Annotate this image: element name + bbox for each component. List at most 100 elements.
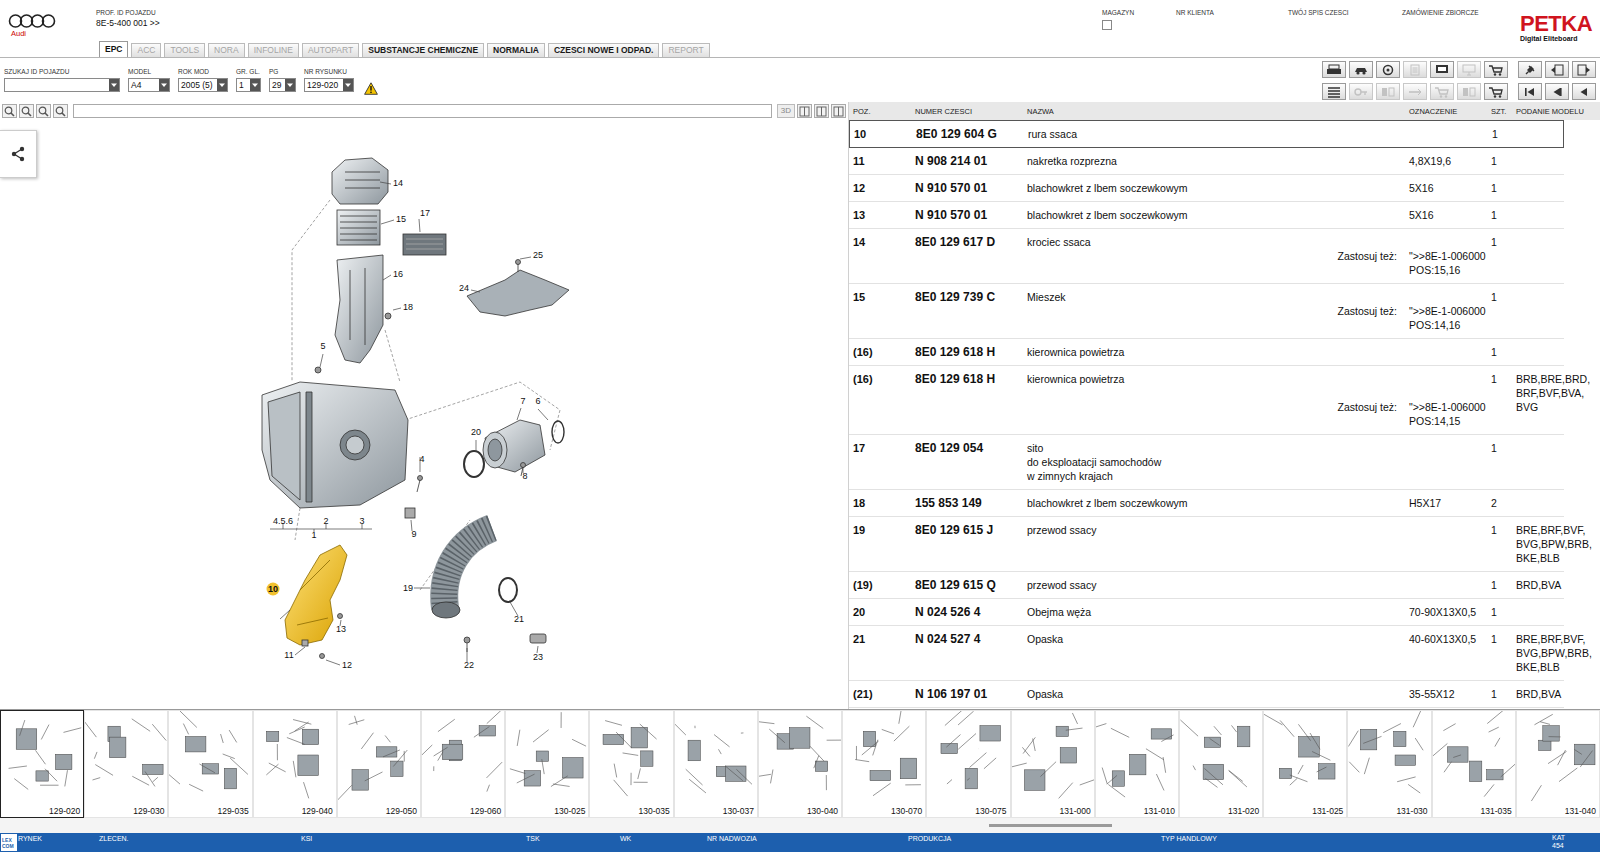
tab[interactable]: EPC — [99, 41, 128, 57]
thumbnail[interactable]: 131-030 — [1347, 710, 1431, 818]
view-button[interactable] — [831, 104, 846, 118]
callout[interactable]: 20 — [471, 427, 481, 437]
table-row[interactable]: 11N 908 214 01nakretka rozprezna4,8X19,6… — [849, 148, 1564, 175]
table-row[interactable]: 108E0 129 604 Grura ssaca1 — [849, 120, 1564, 148]
part-heat-shield[interactable] — [467, 270, 569, 316]
callout[interactable]: 17 — [420, 208, 430, 218]
toolbar-button[interactable] — [1457, 83, 1481, 100]
callout[interactable]: 9 — [411, 529, 416, 539]
filter-select[interactable] — [4, 78, 120, 92]
part-bellows[interactable] — [337, 210, 380, 245]
toolbar-button[interactable] — [1376, 83, 1400, 100]
thumbnail[interactable]: 131-035 — [1432, 710, 1516, 818]
callout[interactable]: 16 — [393, 269, 403, 279]
part-seal-ring[interactable] — [552, 421, 564, 443]
toolbar-button[interactable] — [1484, 83, 1508, 100]
view-button[interactable] — [797, 104, 812, 118]
table-row[interactable]: 178E0 129 054sitodo eksploatacji samocho… — [849, 435, 1564, 490]
thumbnail[interactable]: 130-025 — [505, 710, 589, 818]
table-row[interactable]: 148E0 129 617 Dkrociec ssaca1Zastosuj te… — [849, 229, 1564, 284]
tab[interactable]: NORA — [208, 43, 245, 57]
callout[interactable]: 5 — [320, 341, 325, 351]
zoom-button[interactable] — [36, 104, 51, 118]
scrollbar-thumb[interactable] — [989, 824, 1112, 827]
callout[interactable]: 2 — [323, 516, 328, 526]
toolbar-button[interactable] — [1430, 61, 1454, 78]
callout[interactable]: 3 — [359, 516, 364, 526]
filter-select[interactable]: A4 — [128, 78, 170, 92]
callout[interactable]: 14 — [393, 178, 403, 188]
thumbnail[interactable]: 130-037 — [674, 710, 758, 818]
column-header[interactable]: NUMER CZESCI — [911, 107, 1023, 116]
part-connector[interactable] — [530, 634, 546, 643]
toolbar-button[interactable] — [1322, 61, 1346, 78]
part-screw[interactable] — [315, 367, 321, 373]
toolbar-button[interactable] — [1484, 61, 1508, 78]
thumbnail[interactable]: 130-040 — [758, 710, 842, 818]
toolbar-button[interactable] — [1349, 61, 1373, 78]
nav-button[interactable] — [1545, 61, 1569, 78]
column-header[interactable]: SZT. — [1487, 107, 1512, 116]
table-row[interactable]: (19)8E0 129 615 Qprzewod ssacy1BRD,BVA — [849, 572, 1564, 599]
thumbnail[interactable]: 131-025 — [1263, 710, 1347, 818]
header-field[interactable]: NR KLIENTA — [1176, 9, 1288, 42]
toolbar-button[interactable] — [1376, 61, 1400, 78]
header-field[interactable]: ZAMÓWIENIE ZBIORCZE — [1402, 9, 1520, 42]
callout[interactable]: 8 — [522, 471, 527, 481]
nav-button[interactable] — [1545, 83, 1569, 100]
nav-button[interactable] — [1518, 61, 1542, 78]
thumbnail[interactable]: 131-000 — [1011, 710, 1095, 818]
thumbnail[interactable]: 129-040 — [253, 710, 337, 818]
thumbnail[interactable]: 131-020 — [1179, 710, 1263, 818]
part-sieve[interactable] — [403, 234, 446, 255]
callout[interactable]: 21 — [514, 614, 524, 624]
callout[interactable]: 15 — [396, 214, 406, 224]
tab[interactable]: CZESCI NOWE I ODPAD. — [548, 43, 660, 57]
warning-icon[interactable] — [364, 82, 378, 95]
callout[interactable]: 12 — [342, 660, 352, 670]
column-header[interactable]: PODANIE MODELU — [1512, 107, 1600, 116]
toolbar-button[interactable] — [1322, 83, 1346, 100]
callout[interactable]: 4 — [419, 454, 424, 464]
table-row[interactable]: (16)8E0 129 618 Hkierownica powietrza1BR… — [849, 366, 1564, 435]
thumbnail[interactable]: 129-035 — [168, 710, 252, 818]
zoom-button[interactable] — [19, 104, 34, 118]
callout[interactable]: 1 — [311, 530, 316, 540]
callout[interactable]: 18 — [403, 302, 413, 312]
zoom-button[interactable] — [53, 104, 68, 118]
callout[interactable]: 11 — [284, 650, 293, 660]
table-row[interactable]: 12N 910 570 01blachowkret z lbem soczewk… — [849, 175, 1564, 202]
tab[interactable]: SUBSTANCJE CHEMICZNE — [362, 43, 484, 57]
callout[interactable]: 19 — [403, 583, 413, 593]
part-intake-pipe-selected[interactable] — [285, 545, 347, 645]
part-screw[interactable] — [385, 313, 391, 319]
table-row[interactable]: 20N 024 526 4Obejma węża70-90X13X0,51 — [849, 599, 1564, 626]
tab[interactable]: NORMALIA — [487, 43, 545, 57]
callout[interactable]: 6 — [535, 396, 540, 406]
tab[interactable]: REPORT — [662, 43, 709, 57]
nav-button[interactable] — [1572, 83, 1596, 100]
tab[interactable]: TOOLS — [164, 43, 205, 57]
diagram-search-field[interactable] — [73, 104, 772, 118]
table-row[interactable]: 21N 024 527 4Opaska40-60X13X0,51BRE,BRF,… — [849, 626, 1564, 681]
filter-select[interactable]: 2005 (5) — [178, 78, 228, 92]
part-clamp[interactable] — [499, 578, 517, 602]
toolbar-button[interactable] — [1457, 61, 1481, 78]
tab[interactable]: AUTOPART — [302, 43, 359, 57]
callout[interactable]: 13 — [336, 624, 346, 634]
thumbnail[interactable]: 130-035 — [589, 710, 673, 818]
magazyn-checkbox[interactable] — [1102, 20, 1112, 30]
callout[interactable]: 10 — [267, 583, 280, 596]
toolbar-button[interactable] — [1403, 83, 1427, 100]
toolbar-button[interactable] — [1430, 83, 1454, 100]
filter-select[interactable]: 1 — [236, 78, 261, 92]
callout[interactable]: 23 — [533, 652, 543, 662]
table-row[interactable]: 18155 853 149blachowkret z lbem soczewko… — [849, 490, 1564, 517]
table-row[interactable]: 158E0 129 739 CMieszek1Zastosuj też:">>8… — [849, 284, 1564, 339]
table-row[interactable]: (16)8E0 129 618 Hkierownica powietrza1 — [849, 339, 1564, 366]
nav-button[interactable] — [1572, 61, 1596, 78]
callout[interactable]: 7 — [520, 396, 525, 406]
header-field[interactable]: TWÓJ SPIS CZESCI — [1288, 9, 1402, 42]
thumbnail[interactable]: 129-050 — [337, 710, 421, 818]
vehicle-id-value[interactable]: 8E-5-400 001 >> — [96, 18, 1102, 28]
